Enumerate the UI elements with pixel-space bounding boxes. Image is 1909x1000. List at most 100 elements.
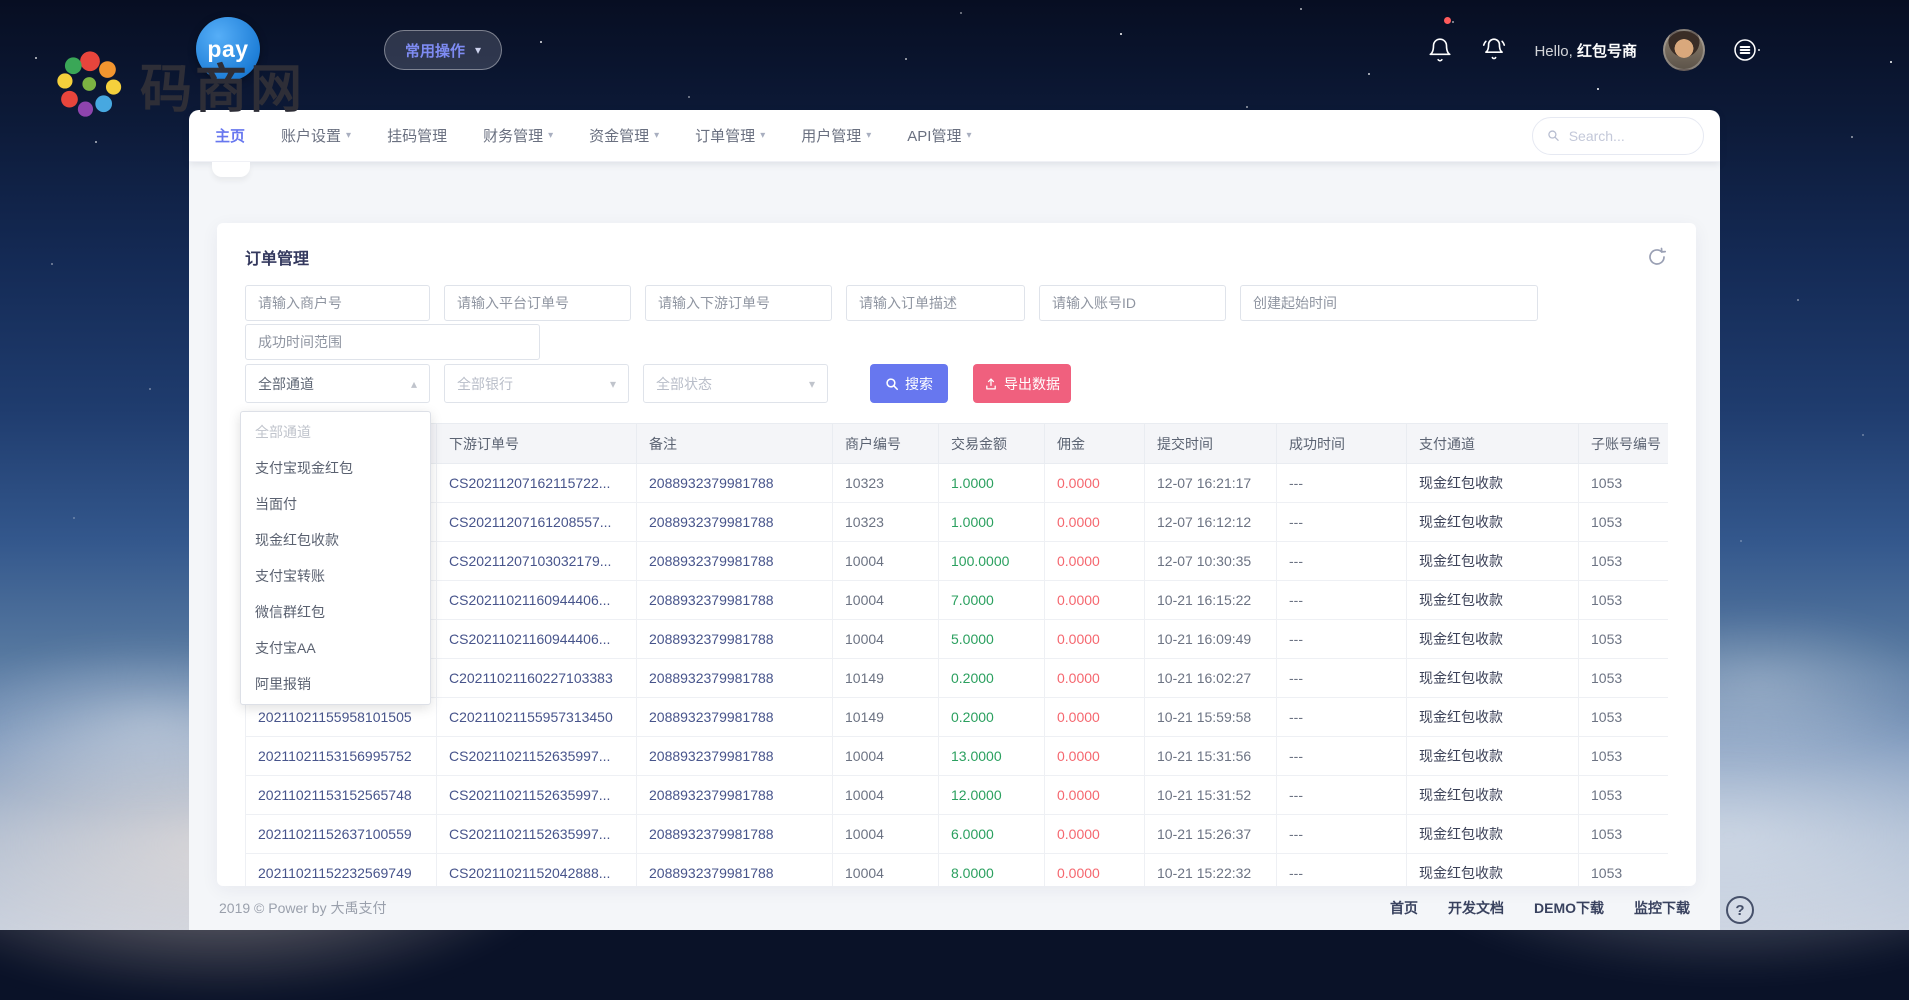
avatar[interactable] (1663, 29, 1705, 71)
quick-actions-button[interactable]: 常用操作 ▾ (384, 30, 502, 70)
nav-item-1[interactable]: 主页 (215, 125, 245, 146)
table-cell: 1.0000 (939, 503, 1045, 542)
table-cell: 2088932379981788 (637, 659, 833, 698)
filters-section: 全部通道▴ 全部银行▾ 全部状态▾ 搜索 导出数据 (245, 285, 1668, 403)
table-cell: 0.0000 (1045, 854, 1145, 887)
menu-icon (1732, 37, 1758, 63)
table-cell: 10-21 15:31:52 (1145, 776, 1277, 815)
table-row: 20211021155958101505C2021102115595731345… (246, 698, 1669, 737)
dropdown-option-7[interactable]: 支付宝AA (241, 630, 430, 666)
dropdown-option-6[interactable]: 微信群红包 (241, 594, 430, 630)
table-cell: 7.0000 (939, 581, 1045, 620)
table-cell: 10-21 16:02:27 (1145, 659, 1277, 698)
create-start-time-input[interactable] (1240, 285, 1538, 321)
stars-decor (0, 0, 2, 2)
greeting-prefix: Hello, (1534, 43, 1572, 60)
nav-item-2[interactable]: 账户设置▾ (281, 125, 351, 146)
table-cell: 20211021153156995752 (246, 737, 437, 776)
select-value: 全部银行 (457, 374, 513, 394)
table-cell: --- (1277, 464, 1407, 503)
filter-row-1 (245, 285, 1668, 321)
channel-select[interactable]: 全部通道▴ (245, 364, 430, 403)
search-input[interactable] (1569, 128, 1689, 144)
nav-item-8[interactable]: API管理▾ (907, 125, 971, 146)
chevron-down-icon: ▾ (866, 130, 871, 141)
nav-item-3[interactable]: 挂码管理 (387, 125, 447, 146)
notification-bell-button[interactable] (1426, 36, 1454, 64)
export-icon (984, 377, 998, 391)
table-cell: 10004 (833, 815, 939, 854)
export-data-button[interactable]: 导出数据 (973, 364, 1071, 403)
order-management-card: 订单管理 全部通道▴全部银行▾全部状态▾ 搜索 (217, 223, 1696, 886)
nav-item-4[interactable]: 财务管理▾ (483, 125, 553, 146)
order-desc-input[interactable] (846, 285, 1025, 321)
dropdown-option-2[interactable]: 支付宝现金红包 (241, 450, 430, 486)
refresh-icon[interactable] (1646, 246, 1668, 268)
footer-link-2[interactable]: 开发文档 (1448, 898, 1504, 918)
table-cell: 20211021152232569749 (246, 854, 437, 887)
table-cell: 2088932379981788 (637, 503, 833, 542)
table-cell: 2088932379981788 (637, 581, 833, 620)
notification-dot (1444, 17, 1451, 24)
table-row: 20211021153156995752CS20211021152635997.… (246, 737, 1669, 776)
dropdown-option-3[interactable]: 当面付 (241, 486, 430, 522)
table-cell: 12-07 16:12:12 (1145, 503, 1277, 542)
nav-item-label: 资金管理 (589, 125, 649, 146)
table-cell: 0.0000 (1045, 698, 1145, 737)
table-header-row: 下游订单号备注商户编号交易金额佣金提交时间成功时间支付通道子账号编号 (246, 424, 1669, 464)
nav-search-box[interactable] (1532, 117, 1704, 155)
column-header: 支付通道 (1407, 424, 1579, 464)
nav-items: 主页账户设置▾挂码管理财务管理▾资金管理▾订单管理▾用户管理▾API管理▾ (215, 125, 971, 146)
menu-button[interactable] (1731, 36, 1759, 64)
table-cell: CS20211021152635997... (437, 776, 637, 815)
nav-item-label: 主页 (215, 125, 245, 146)
chevron-down-icon: ▾ (548, 130, 553, 141)
chevron-down-icon: ▾ (966, 130, 971, 141)
footer-link-4[interactable]: 监控下载 (1634, 898, 1690, 918)
table-cell: 0.0000 (1045, 581, 1145, 620)
table-cell: 100.0000 (939, 542, 1045, 581)
success-time-range-input[interactable] (245, 324, 540, 360)
table-cell: 10-21 16:15:22 (1145, 581, 1277, 620)
question-mark-icon: ? (1735, 902, 1744, 919)
bank-select[interactable]: 全部银行▾ (444, 364, 629, 403)
dropdown-option-8[interactable]: 阿里报销 (241, 666, 430, 702)
channel-dropdown: 全部通道支付宝现金红包当面付现金红包收款支付宝转账微信群红包支付宝AA阿里报销 (240, 411, 431, 705)
table-cell: 10004 (833, 581, 939, 620)
table-cell: --- (1277, 854, 1407, 887)
table-cell: 12.0000 (939, 776, 1045, 815)
merchant-id-input[interactable] (245, 285, 430, 321)
table-cell: 1053 (1579, 737, 1669, 776)
table-cell: 1053 (1579, 542, 1669, 581)
status-select[interactable]: 全部状态▾ (643, 364, 828, 403)
select-value: 全部通道 (258, 374, 314, 394)
pay-logo[interactable]: pay (196, 17, 260, 81)
table-cell: 0.0000 (1045, 542, 1145, 581)
platform-order-input[interactable] (444, 285, 631, 321)
table-cell: --- (1277, 698, 1407, 737)
column-header: 佣金 (1045, 424, 1145, 464)
table-row: CS20211021160944406...208893237998178810… (246, 620, 1669, 659)
table-cell: 1053 (1579, 620, 1669, 659)
footer-link-1[interactable]: 首页 (1390, 898, 1418, 918)
account-id-input[interactable] (1039, 285, 1226, 321)
footer-link-3[interactable]: DEMO下载 (1534, 898, 1604, 918)
dropdown-option-5[interactable]: 支付宝转账 (241, 558, 430, 594)
search-button[interactable]: 搜索 (870, 364, 948, 403)
table-cell: CS20211207161208557... (437, 503, 637, 542)
footer-links: 首页 开发文档 DEMO下载 监控下载 (1390, 898, 1690, 918)
table-cell: 1053 (1579, 659, 1669, 698)
help-button[interactable]: ? (1726, 896, 1754, 924)
nav-item-6[interactable]: 订单管理▾ (695, 125, 765, 146)
dropdown-option-4[interactable]: 现金红包收款 (241, 522, 430, 558)
table-cell: 现金红包收款 (1407, 854, 1579, 887)
column-header: 成功时间 (1277, 424, 1407, 464)
pay-logo-text: pay (207, 36, 248, 63)
filter-row-2 (245, 324, 1668, 360)
table-row: C202110211602271033832088932379981788101… (246, 659, 1669, 698)
column-header: 备注 (637, 424, 833, 464)
nav-item-5[interactable]: 资金管理▾ (589, 125, 659, 146)
downstream-order-input[interactable] (645, 285, 832, 321)
nav-item-7[interactable]: 用户管理▾ (801, 125, 871, 146)
alert-bell-button[interactable] (1480, 36, 1508, 64)
